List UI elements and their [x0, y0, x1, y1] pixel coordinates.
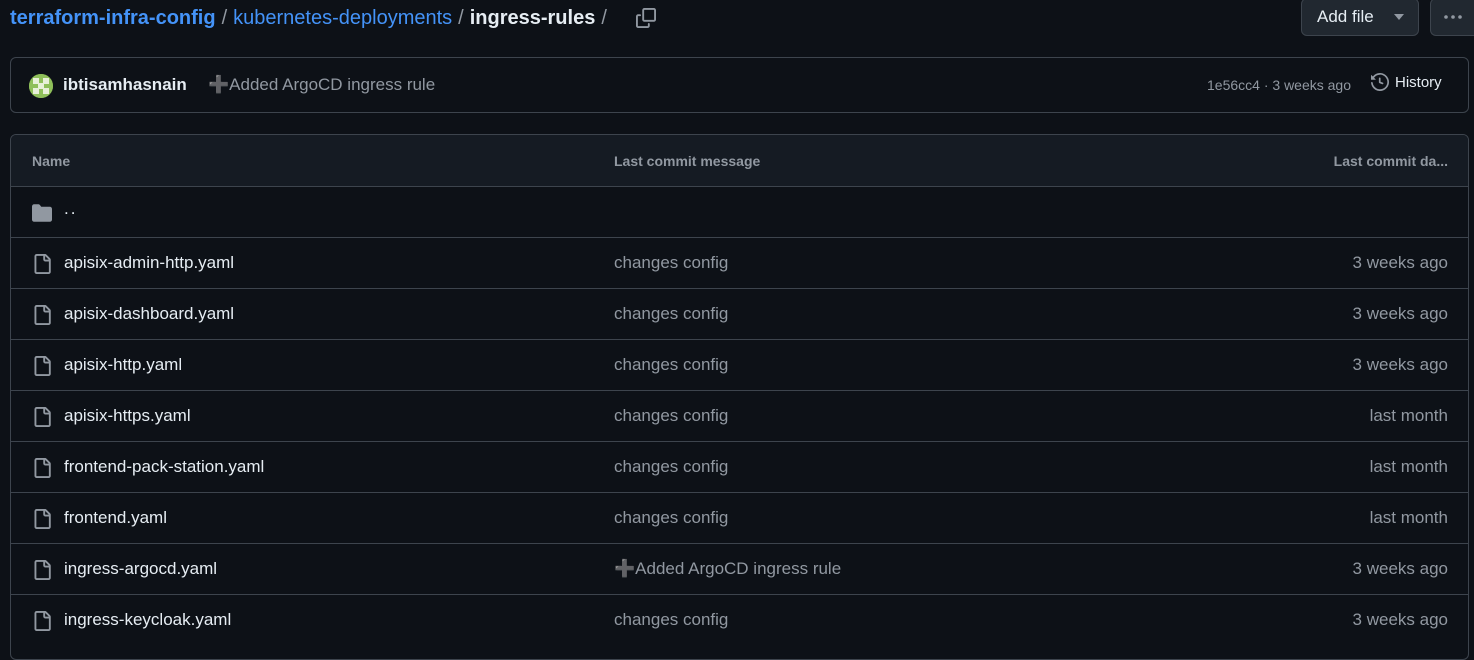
file-icon [34, 458, 51, 478]
file-name-link[interactable]: apisix-https.yaml [64, 406, 191, 426]
file-rows: apisix-admin-http.yaml changes config 3 we… [11, 238, 1468, 645]
file-commit-date: last month [1369, 457, 1448, 476]
file-name-link[interactable]: ingress-argocd.yaml [64, 559, 217, 579]
file-icon [34, 305, 51, 325]
table-row[interactable]: frontend.yaml changes config last month [11, 493, 1468, 544]
file-icon [34, 407, 51, 427]
breadcrumb-separator: / [221, 6, 228, 29]
file-commit-date: 3 weeks ago [1352, 355, 1448, 374]
more-options-button[interactable] [1430, 0, 1474, 36]
file-commit-date: last month [1369, 508, 1448, 527]
file-commit-message-link[interactable]: changes config [614, 508, 728, 528]
table-row[interactable]: ingress-keycloak.yaml changes config 3 wee… [11, 595, 1468, 645]
kebab-horizontal-icon [1443, 15, 1462, 19]
parent-directory-link[interactable]: .. [64, 199, 77, 219]
history-button[interactable]: History [1371, 73, 1442, 91]
file-commit-message-link[interactable]: changes config [614, 406, 728, 426]
file-commit-date: 3 weeks ago [1352, 304, 1448, 323]
file-commit-date: 3 weeks ago [1352, 610, 1448, 629]
file-name-link[interactable]: apisix-dashboard.yaml [64, 304, 234, 324]
chevron-down-icon [1394, 14, 1404, 20]
breadcrumb-separator: / [458, 6, 464, 29]
table-row[interactable]: apisix-dashboard.yaml changes config 3 wee… [11, 289, 1468, 340]
file-name-link[interactable]: apisix-admin-http.yaml [64, 253, 234, 273]
file-name-link[interactable]: ingress-keycloak.yaml [64, 610, 231, 630]
column-header-name: Name [32, 153, 71, 169]
commit-time: 3 weeks ago [1272, 77, 1351, 93]
breadcrumb-separator: / [601, 6, 607, 29]
history-icon [1371, 73, 1389, 91]
add-file-button[interactable]: Add file [1301, 0, 1419, 36]
file-commit-message-link[interactable]: changes config [614, 355, 728, 375]
file-commit-message-link[interactable]: changes config [614, 304, 728, 324]
table-row[interactable]: frontend-pack-station.yaml changes config… [11, 442, 1468, 493]
file-icon [34, 356, 51, 376]
file-commit-date: 3 weeks ago [1352, 559, 1448, 578]
file-table: Name Last commit message Last commit da.… [10, 134, 1469, 660]
file-commit-date: last month [1369, 406, 1448, 425]
file-commit-message-link[interactable]: changes config [614, 610, 728, 630]
file-commit-message-link[interactable]: changes config [614, 457, 728, 477]
file-name-link[interactable]: apisix-http.yaml [64, 355, 182, 375]
breadcrumb-folder-link[interactable]: kubernetes-deployments [233, 7, 452, 30]
breadcrumb-current: ingress-rules [469, 6, 596, 29]
file-icon [34, 509, 51, 529]
file-browser-page: terraform-infra-config / kubernetes-depl… [0, 0, 1474, 660]
file-icon [34, 560, 51, 580]
table-row[interactable]: ingress-argocd.yaml ➕Added ArgoCD ingress… [11, 544, 1468, 595]
copy-path-icon[interactable] [633, 5, 659, 31]
column-header-date: Last commit da... [1333, 153, 1448, 169]
column-header-message: Last commit message [614, 153, 761, 169]
commit-meta-separator: · [1263, 77, 1269, 93]
table-row[interactable]: apisix-http.yaml changes config 3 weeks ag… [11, 340, 1468, 391]
table-row-parent-dir[interactable]: .. [11, 187, 1468, 238]
breadcrumb: terraform-infra-config / kubernetes-depl… [10, 0, 1474, 36]
add-file-label: Add file [1317, 7, 1374, 26]
history-label: History [1395, 73, 1442, 91]
commit-author-link[interactable]: ibtisamhasnain [63, 75, 187, 95]
file-icon [34, 611, 51, 631]
table-row[interactable]: apisix-https.yaml changes config last mont… [11, 391, 1468, 442]
commit-sha-link[interactable]: 1e56cc4 [1207, 77, 1260, 93]
avatar[interactable] [29, 74, 53, 98]
commit-meta: 1e56cc4 · 3 weeks ago [1207, 77, 1351, 93]
file-commit-message-link[interactable]: ➕Added ArgoCD ingress rule [614, 559, 841, 579]
file-commit-date: 3 weeks ago [1352, 253, 1448, 272]
breadcrumb-repo-link[interactable]: terraform-infra-config [10, 7, 216, 30]
folder-icon [32, 204, 52, 222]
file-commit-message-link[interactable]: changes config [614, 253, 728, 273]
commit-message-link[interactable]: ➕Added ArgoCD ingress rule [208, 75, 435, 95]
file-icon [34, 254, 51, 274]
table-header: Name Last commit message Last commit da.… [11, 135, 1468, 187]
latest-commit-bar: ibtisamhasnain ➕Added ArgoCD ingress rul… [10, 57, 1469, 113]
table-row[interactable]: apisix-admin-http.yaml changes config 3 we… [11, 238, 1468, 289]
file-name-link[interactable]: frontend-pack-station.yaml [64, 457, 264, 477]
file-name-link[interactable]: frontend.yaml [64, 508, 167, 528]
